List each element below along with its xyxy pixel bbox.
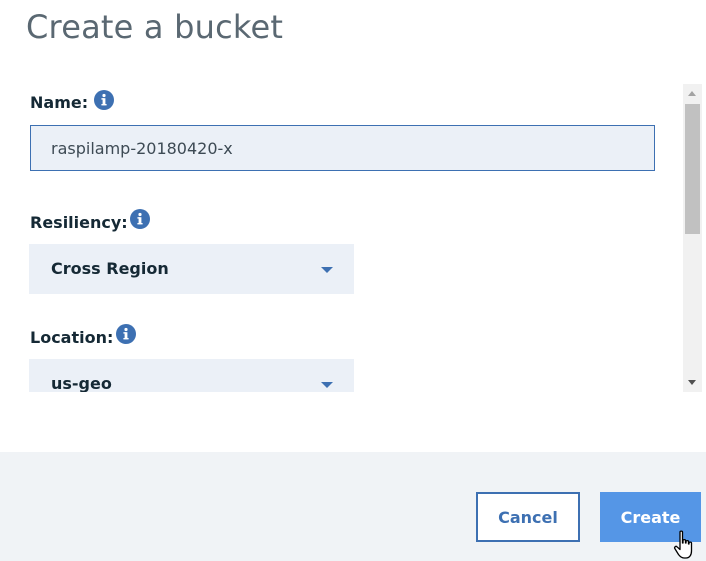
resiliency-label: Resiliency: <box>30 213 128 232</box>
info-icon[interactable] <box>94 90 114 110</box>
location-label: Location: <box>30 328 114 347</box>
create-bucket-dialog: Create a bucket Name: Resiliency: <box>0 0 706 561</box>
resiliency-select[interactable]: Cross Region <box>29 244 354 294</box>
info-icon[interactable] <box>116 324 136 344</box>
chevron-down-icon <box>321 382 333 388</box>
location-select[interactable]: us-geo <box>29 359 354 392</box>
info-icon[interactable] <box>130 209 150 229</box>
resiliency-selected-value: Cross Region <box>51 259 169 278</box>
cancel-button[interactable]: Cancel <box>476 492 580 542</box>
name-label: Name: <box>30 93 89 112</box>
vertical-scrollbar[interactable] <box>683 84 702 392</box>
scrollbar-thumb[interactable] <box>685 104 700 234</box>
dialog-title: Create a bucket <box>26 8 284 46</box>
scroll-up-arrow-icon[interactable] <box>688 91 696 96</box>
location-selected-value: us-geo <box>51 374 112 392</box>
form-scroll-region[interactable]: Name: Resiliency: Cross Region <box>0 84 706 392</box>
dialog-footer: Cancel Create <box>0 452 706 561</box>
chevron-down-icon <box>321 267 333 273</box>
hand-pointer-icon <box>673 530 699 561</box>
bucket-name-input[interactable] <box>30 125 655 171</box>
scroll-down-arrow-icon[interactable] <box>688 380 696 385</box>
